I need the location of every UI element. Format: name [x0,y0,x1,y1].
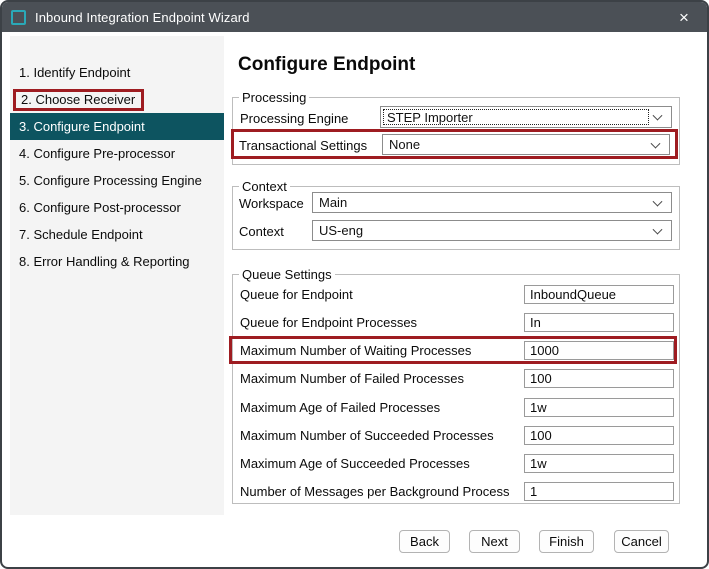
back-button[interactable]: Back [399,530,450,553]
highlight-box-choose-receiver: 2. Choose Receiver [13,89,144,111]
max-age-failed-processes-label: Maximum Age of Failed Processes [240,398,440,417]
context-value: US-eng [319,223,363,238]
max-waiting-processes-label: Maximum Number of Waiting Processes [240,341,471,360]
context-label: Context [239,222,284,241]
queue-for-endpoint-input[interactable] [524,285,674,304]
sidebar-item-configure-processing-engine[interactable]: 5. Configure Processing Engine [10,167,224,194]
queue-for-endpoint-processes-input[interactable] [524,313,674,332]
close-icon[interactable]: × [661,2,707,32]
chevron-down-icon [653,196,663,206]
sidebar-item-choose-receiver[interactable]: 2. Choose Receiver [10,86,224,113]
sidebar-item-label: 7. Schedule Endpoint [19,227,143,242]
max-age-succeeded-processes-label: Maximum Age of Succeeded Processes [240,454,470,473]
chevron-down-icon [653,111,663,121]
sidebar-item-identify-endpoint[interactable]: 1. Identify Endpoint [10,59,224,86]
max-waiting-processes-input[interactable] [524,341,674,360]
processing-group-legend: Processing [239,90,309,105]
sidebar-item-label: 4. Configure Pre-processor [19,146,175,161]
finish-button[interactable]: Finish [539,530,594,553]
sidebar-item-label: 8. Error Handling & Reporting [19,254,190,269]
queue-settings-group-legend: Queue Settings [239,267,335,282]
max-age-succeeded-processes-input[interactable] [524,454,674,473]
max-failed-processes-input[interactable] [524,369,674,388]
window-title: Inbound Integration Endpoint Wizard [35,10,250,25]
context-select[interactable]: US-eng [312,220,672,241]
transactional-settings-value: None [389,137,420,152]
transactional-settings-select[interactable]: None [382,134,670,155]
max-succeeded-processes-label: Maximum Number of Succeeded Processes [240,426,494,445]
messages-per-background-process-input[interactable] [524,482,674,501]
sidebar-item-configure-pre-processor[interactable]: 4. Configure Pre-processor [10,140,224,167]
queue-for-endpoint-processes-label: Queue for Endpoint Processes [240,313,417,332]
sidebar-item-schedule-endpoint[interactable]: 7. Schedule Endpoint [10,221,224,248]
sidebar-item-label: 2. Choose Receiver [21,92,135,107]
sidebar-item-label: 1. Identify Endpoint [19,65,130,80]
workspace-select[interactable]: Main [312,192,672,213]
processing-engine-value: STEP Importer [387,110,473,125]
chevron-down-icon [651,138,661,148]
sidebar-item-label: 6. Configure Post-processor [19,200,181,215]
context-group-legend: Context [239,179,290,194]
chevron-down-icon [653,224,663,234]
app-icon [11,10,26,25]
max-failed-processes-label: Maximum Number of Failed Processes [240,369,464,388]
max-succeeded-processes-input[interactable] [524,426,674,445]
messages-per-background-process-label: Number of Messages per Background Proces… [240,482,510,501]
transactional-settings-label: Transactional Settings [239,136,367,155]
sidebar-item-label: 5. Configure Processing Engine [19,173,202,188]
queue-for-endpoint-label: Queue for Endpoint [240,285,353,304]
sidebar-item-error-handling-reporting[interactable]: 8. Error Handling & Reporting [10,248,224,275]
wizard-window: Inbound Integration Endpoint Wizard × 1.… [0,0,709,569]
sidebar-item-configure-endpoint[interactable]: 3. Configure Endpoint [10,113,224,140]
sidebar-item-configure-post-processor[interactable]: 6. Configure Post-processor [10,194,224,221]
title-bar: Inbound Integration Endpoint Wizard × [2,2,707,32]
cancel-button[interactable]: Cancel [614,530,669,553]
processing-engine-label: Processing Engine [240,109,348,128]
workspace-label: Workspace [239,194,304,213]
page-title: Configure Endpoint [238,54,415,76]
next-button[interactable]: Next [469,530,520,553]
max-age-failed-processes-input[interactable] [524,398,674,417]
processing-engine-select[interactable]: STEP Importer [380,106,672,128]
wizard-steps-sidebar: 1. Identify Endpoint 2. Choose Receiver … [10,36,224,515]
workspace-value: Main [319,195,347,210]
sidebar-item-label: 3. Configure Endpoint [19,119,145,134]
